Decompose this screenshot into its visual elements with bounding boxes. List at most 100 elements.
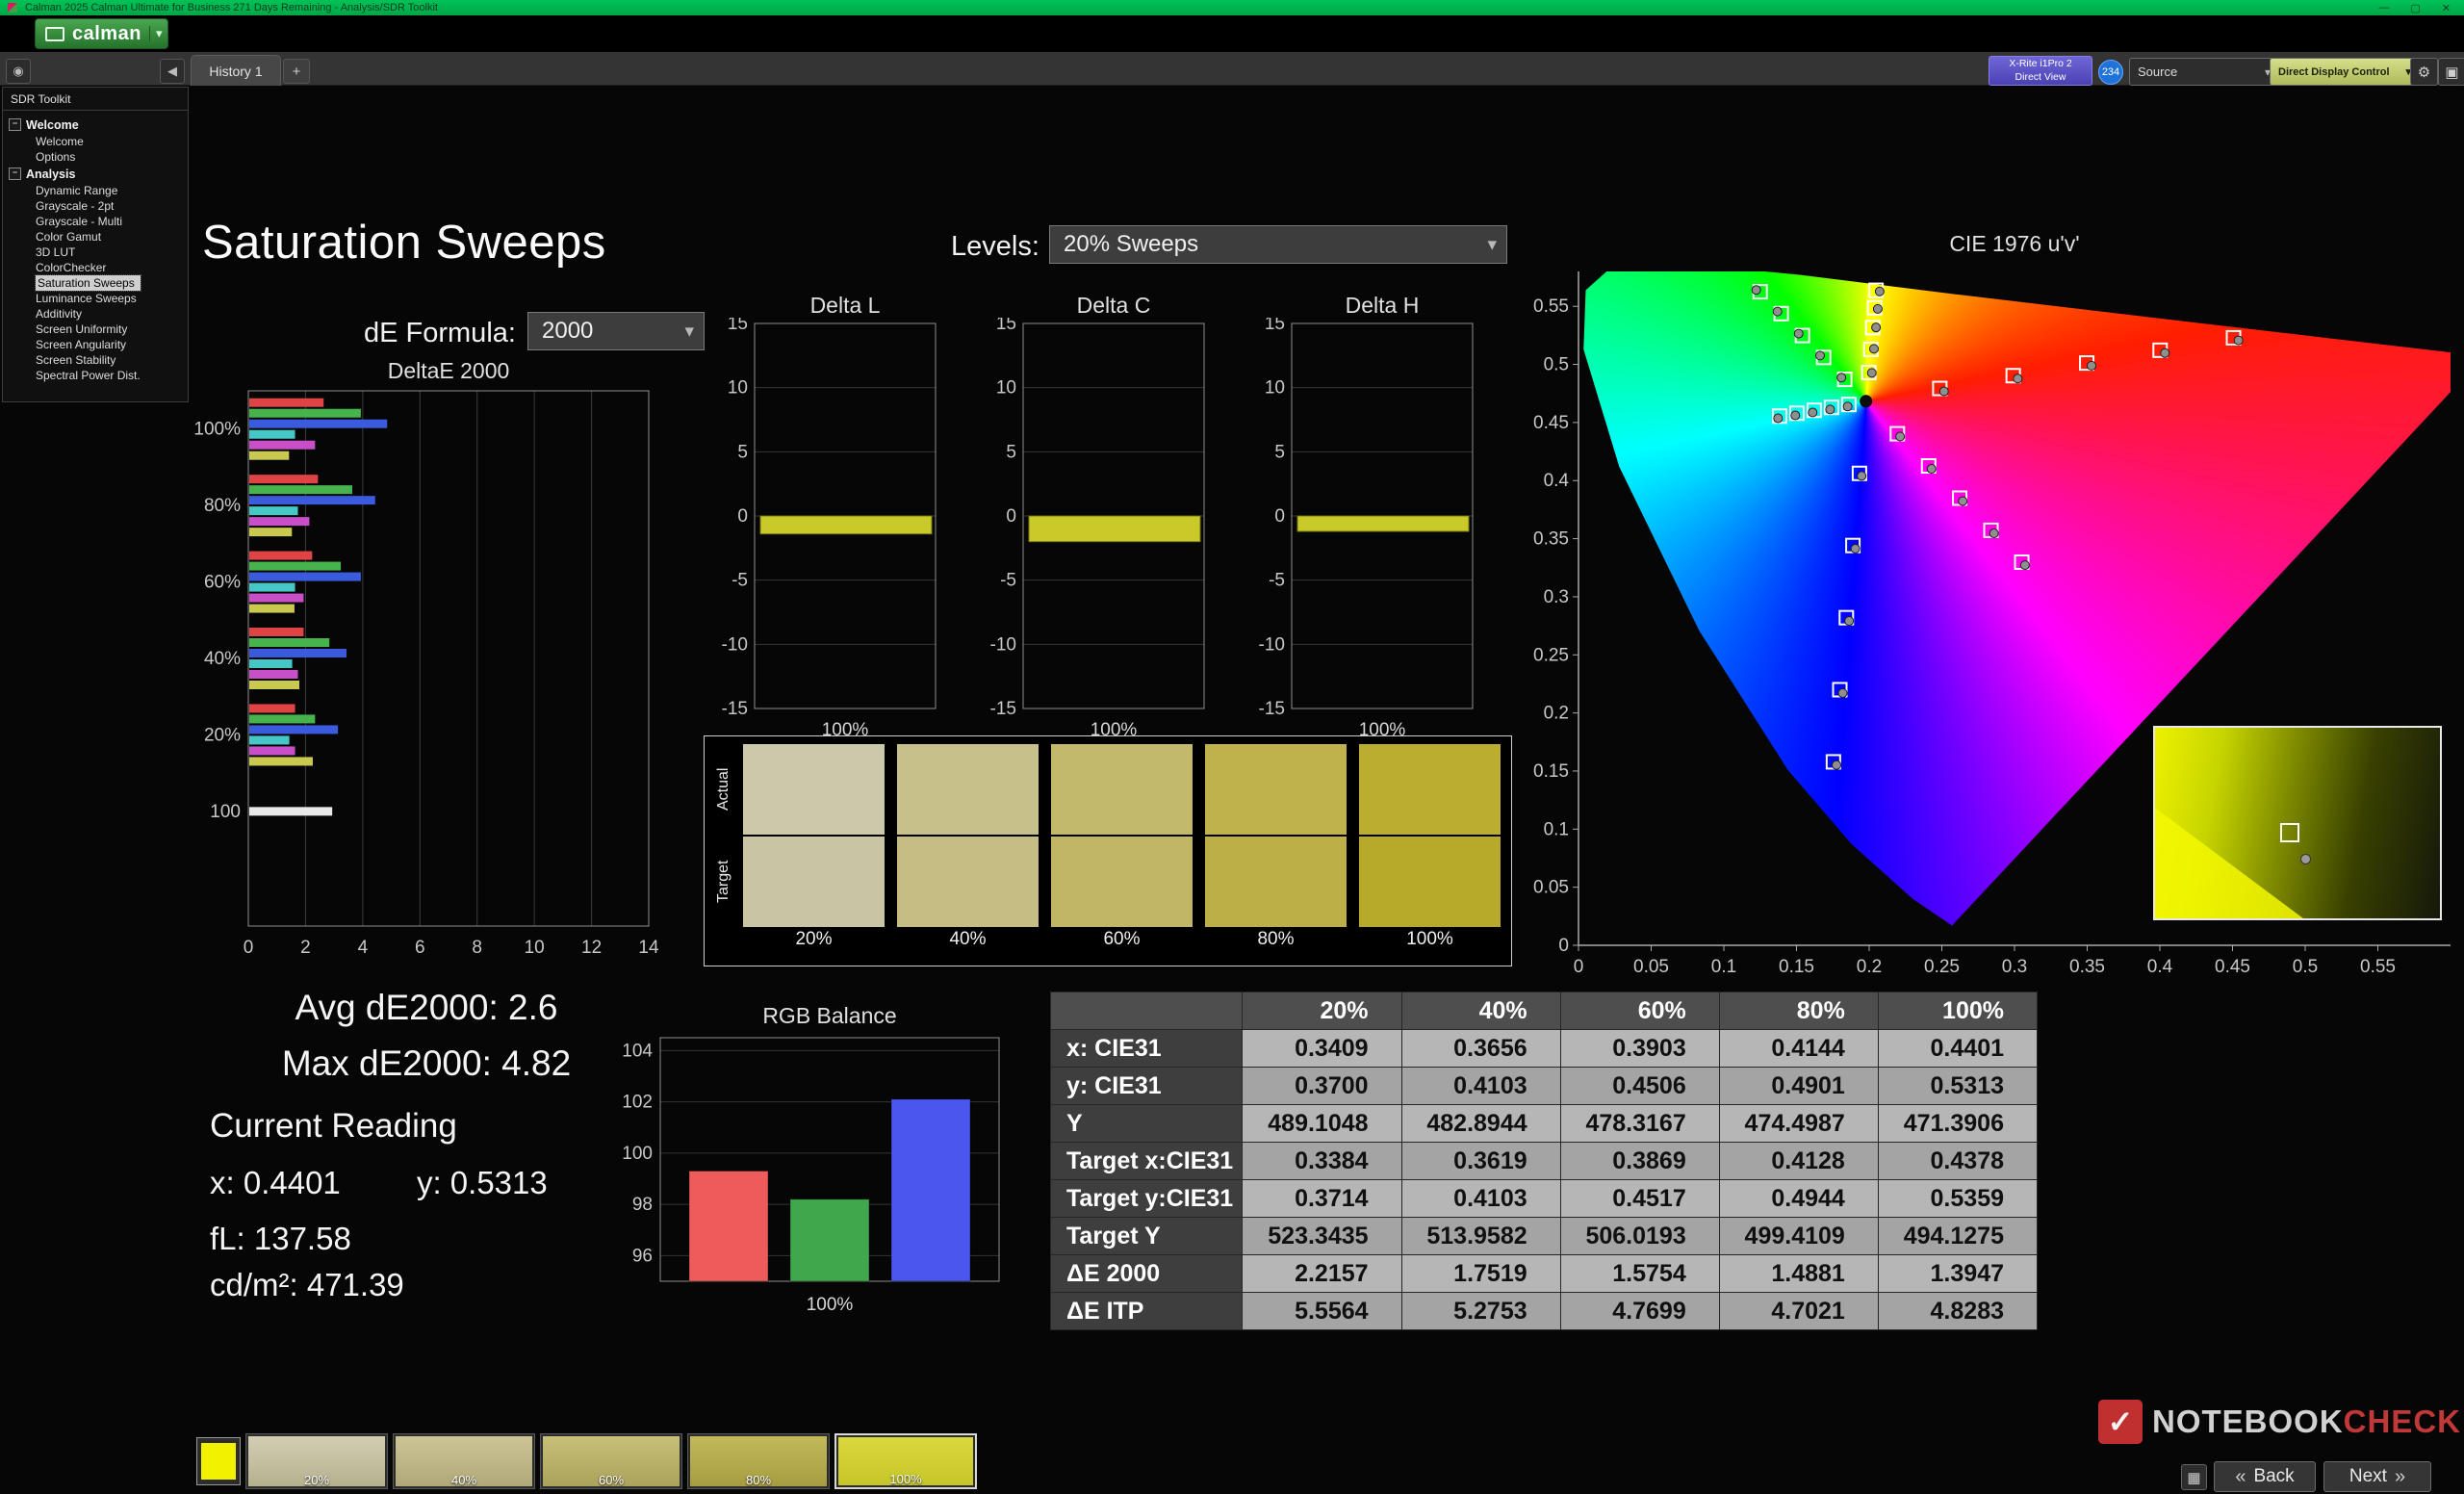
levels-value: 20% Sweeps — [1064, 231, 1198, 258]
de-bar — [249, 517, 309, 526]
next-button[interactable]: Next » — [2323, 1461, 2431, 1492]
delta-bar — [1029, 516, 1200, 542]
de-formula-value: 2000 — [542, 318, 593, 345]
add-tab-button[interactable]: + — [283, 59, 310, 84]
sidebar-item-screen-stability[interactable]: Screen Stability — [36, 352, 188, 368]
target-row-label: Target — [712, 837, 735, 927]
tab-bar — [0, 52, 2464, 86]
sidebar-item-3d-lut[interactable]: 3D LUT — [36, 245, 188, 260]
table-cell: 1.7519 — [1401, 1255, 1560, 1293]
current-reading-xy: x: 0.4401 y: 0.5313 — [210, 1165, 548, 1201]
tab-history-1[interactable]: History 1 — [191, 55, 281, 86]
swatch-column-60: 60% — [1051, 744, 1193, 950]
patch-tile-100[interactable]: 100% — [834, 1433, 977, 1489]
measured-dot-blue — [1858, 472, 1866, 480]
table-cell: 0.5313 — [1878, 1068, 2037, 1105]
table-cell: 0.3656 — [1401, 1030, 1560, 1068]
svg-text:0: 0 — [244, 938, 254, 958]
chevron-down-icon: ▾ — [684, 321, 694, 343]
sidebar-item-options[interactable]: Options — [36, 149, 188, 165]
sidebar-menu-icon[interactable]: ◉ — [6, 59, 31, 84]
patch-tile-40[interactable]: 40% — [393, 1433, 535, 1489]
results-table-container: 20%40%60%80%100%x: CIE310.34090.36560.39… — [1050, 992, 2038, 1330]
sidebar-item-dynamic-range[interactable]: Dynamic Range — [36, 183, 188, 198]
de-formula-label: dE Formula: — [364, 318, 516, 349]
table-cell: 499.4109 — [1719, 1218, 1878, 1255]
sidebar-item-grayscale-2pt[interactable]: Grayscale - 2pt — [36, 198, 188, 214]
table-cell: 0.3700 — [1243, 1068, 1401, 1105]
workspace-layout-icon[interactable]: ▣ — [2438, 58, 2464, 86]
de-bar — [249, 681, 299, 689]
sidebar-item-color-gamut[interactable]: Color Gamut — [36, 229, 188, 245]
levels-select[interactable]: 20% Sweeps ▾ — [1049, 225, 1507, 264]
current-reading-fl: fL: 137.58 — [210, 1221, 351, 1257]
svg-text:0.15: 0.15 — [1779, 957, 1814, 977]
gear-icon[interactable]: ⚙ — [2410, 58, 2438, 86]
current-patch-tile[interactable] — [196, 1437, 241, 1485]
patch-tile-20[interactable]: 20% — [245, 1433, 388, 1489]
target-swatch — [1051, 837, 1193, 927]
svg-text:5: 5 — [1274, 442, 1285, 462]
svg-text:80%: 80% — [204, 496, 241, 516]
svg-text:60%: 60% — [204, 573, 241, 593]
patch-label: 20% — [246, 1473, 387, 1487]
patch-tile-80[interactable]: 80% — [687, 1433, 830, 1489]
calman-menu-button[interactable]: calman ▾ — [35, 18, 168, 49]
row-label: ΔE ITP — [1051, 1293, 1243, 1330]
row-label: x: CIE31 — [1051, 1030, 1243, 1068]
svg-text:0.35: 0.35 — [1533, 529, 1569, 550]
patch-label: 60% — [541, 1473, 681, 1487]
delta-bar — [1297, 516, 1469, 531]
source-label: Source — [2138, 64, 2177, 79]
sidebar-item-colorchecker[interactable]: ColorChecker — [36, 260, 188, 275]
sidebar-item-saturation-sweeps[interactable]: Saturation Sweeps — [36, 275, 141, 291]
sidebar-item-spectral-power-dist[interactable]: Spectral Power Dist. — [36, 368, 188, 383]
svg-text:0.3: 0.3 — [2002, 957, 2027, 977]
sidebar-item-grayscale-multi[interactable]: Grayscale - Multi — [36, 214, 188, 229]
close-icon[interactable]: ✕ — [2442, 2, 2451, 14]
svg-text:-5: -5 — [732, 571, 748, 591]
measured-dot-cyan — [1791, 411, 1800, 420]
svg-text:104: 104 — [622, 1041, 653, 1061]
sidebar-item-additivity[interactable]: Additivity — [36, 306, 188, 322]
swatch-compare-panel: Actual Target 20%40%60%80%100% — [704, 735, 1512, 966]
meter-select-button[interactable]: X-Rite i1Pro 2 Direct View — [1989, 56, 2092, 86]
svg-text:10: 10 — [1265, 378, 1285, 399]
sidebar-item-screen-uniformity[interactable]: Screen Uniformity — [36, 322, 188, 337]
source-select[interactable]: Source ▾ — [2129, 58, 2279, 86]
svg-text:-10: -10 — [990, 634, 1016, 655]
green-bar — [790, 1199, 869, 1281]
fl-label: fL: — [210, 1221, 245, 1256]
swatch-label: 100% — [1359, 929, 1501, 950]
swatch-column-80: 80% — [1205, 744, 1347, 950]
notebookcheck-wordmark: NOTEBOOKCHECK — [2152, 1404, 2461, 1440]
de-formula-select[interactable]: 2000 ▾ — [527, 312, 705, 350]
de-bar — [249, 746, 295, 755]
sidebar-item-welcome[interactable]: Welcome — [36, 134, 188, 149]
svg-text:0.35: 0.35 — [2069, 957, 2105, 977]
tree-section-welcome[interactable]: −Welcome — [9, 116, 188, 134]
wordmark-part2: CHECK — [2344, 1404, 2461, 1439]
de-bar — [249, 475, 318, 483]
patch-tile-60[interactable]: 60% — [540, 1433, 682, 1489]
actual-swatch — [743, 744, 885, 835]
collapse-icon[interactable]: − — [9, 118, 21, 131]
svg-text:14: 14 — [638, 938, 659, 958]
shortcut-grid-icon[interactable]: ▦ — [2181, 1464, 2207, 1490]
tree-section-analysis[interactable]: −Analysis — [9, 165, 188, 183]
sidebar-item-screen-angularity[interactable]: Screen Angularity — [36, 337, 188, 352]
svg-text:-15: -15 — [990, 699, 1016, 719]
swatch-column-20: 20% — [743, 744, 885, 950]
maximize-icon[interactable]: ▢ — [2410, 2, 2420, 14]
collapse-icon[interactable]: − — [9, 167, 21, 180]
sidebar-item-luminance-sweeps[interactable]: Luminance Sweeps — [36, 291, 188, 306]
deltae-chart: 02468101214100%80%60%40%20%100 — [192, 385, 683, 961]
blue-bar — [891, 1099, 970, 1281]
minimize-icon[interactable]: — — [2378, 2, 2389, 14]
back-button[interactable]: « Back — [2214, 1461, 2316, 1492]
display-control-select[interactable]: Direct Display Control ▾ — [2270, 58, 2420, 86]
col-header-20%: 20% — [1243, 992, 1401, 1030]
badge-value: 234 — [2102, 66, 2119, 78]
delta-c-chart: 151050-5-10-15100% — [977, 318, 1212, 743]
sidebar-collapse-icon[interactable]: ◀ — [160, 59, 185, 84]
